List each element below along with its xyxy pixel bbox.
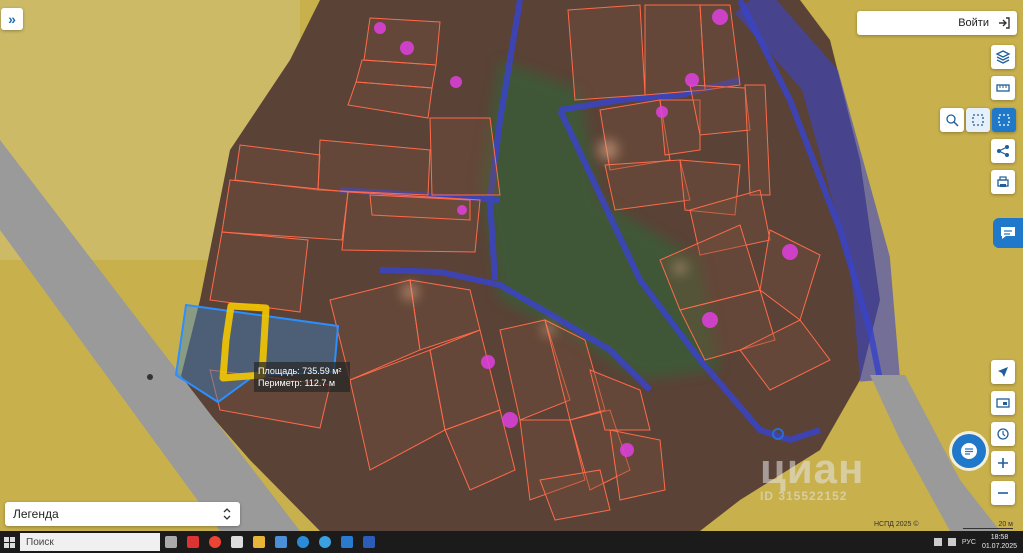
watermark: циан ID 315522152 (760, 445, 930, 503)
chat-bubble-icon (1001, 227, 1015, 239)
calendar-app-icon[interactable] (226, 531, 248, 553)
legend-label: Легенда (13, 507, 59, 521)
side-panel-tab[interactable] (993, 218, 1023, 248)
scale-bar: НСПД 2025 © 20 м (868, 520, 1018, 531)
language-label[interactable]: РУС (962, 539, 976, 546)
print-icon (997, 176, 1009, 187)
start-button[interactable] (0, 531, 18, 553)
select-area-icon (972, 114, 984, 126)
zoom-in-button[interactable] (991, 451, 1015, 475)
clock-time: 18:58 (990, 534, 1009, 541)
select-area-button[interactable] (966, 108, 990, 132)
login-arrow-icon (999, 17, 1010, 29)
card-button[interactable] (991, 391, 1015, 415)
photos-app-icon[interactable] (270, 531, 292, 553)
road-marker (147, 374, 153, 380)
folder-icon[interactable] (248, 531, 270, 553)
select-area-alt-button[interactable] (992, 108, 1016, 132)
task-view-icon[interactable] (160, 531, 182, 553)
taskbar: Поиск РУС 18:58 01.07.2025 (0, 531, 1023, 553)
chevron-up-down-icon (223, 508, 231, 520)
legend-dropdown[interactable]: Легенда (5, 502, 240, 526)
ie-icon[interactable] (314, 531, 336, 553)
history-button[interactable] (991, 422, 1015, 446)
zoom-out-button[interactable] (991, 481, 1015, 505)
chat-icon (961, 443, 977, 459)
windows-icon (3, 536, 15, 548)
zoom-area-icon (946, 114, 959, 127)
ruler-icon (996, 84, 1010, 92)
zoom-area-button[interactable] (940, 108, 964, 132)
perimeter-label: Периметр: 112.7 м (258, 378, 336, 388)
double-chevron-right-icon: » (8, 11, 16, 27)
chat-button[interactable] (952, 434, 986, 468)
yandex-browser-icon[interactable] (204, 531, 226, 553)
system-tray: РУС 18:58 01.07.2025 (933, 533, 1023, 551)
watermark-text: циан (760, 445, 865, 492)
login-bar[interactable]: Войти (857, 11, 1017, 35)
edge-icon[interactable] (292, 531, 314, 553)
watermark-id: ID 315522152 (760, 489, 848, 503)
location-arrow-icon (998, 367, 1008, 377)
select-area-alt-icon (998, 114, 1010, 126)
layers-button[interactable] (991, 45, 1015, 69)
ruler-button[interactable] (991, 76, 1015, 100)
measure-tooltip: Площадь: 735.59 м² Периметр: 112.7 м (254, 362, 350, 392)
share-icon (997, 145, 1009, 157)
minus-icon (998, 492, 1008, 494)
area-label: Площадь: 735.59 м² (258, 366, 342, 376)
history-icon (997, 428, 1009, 440)
card-icon (996, 398, 1010, 408)
scale-label: 20 м (963, 521, 1013, 529)
word-icon[interactable] (358, 531, 380, 553)
taskbar-search-label: Поиск (26, 536, 54, 548)
clock-date: 01.07.2025 (981, 543, 1017, 550)
location-button[interactable] (991, 360, 1015, 384)
taskbar-search[interactable]: Поиск (20, 533, 160, 551)
login-label: Войти (958, 17, 989, 29)
print-button[interactable] (991, 170, 1015, 194)
mail-icon[interactable] (336, 531, 358, 553)
network-icon[interactable] (933, 538, 942, 546)
pdf-app-icon[interactable] (182, 531, 204, 553)
volume-icon[interactable] (947, 538, 956, 546)
clock[interactable]: 18:58 01.07.2025 (982, 533, 1017, 551)
layers-icon (995, 50, 1011, 64)
plus-icon (998, 458, 1008, 468)
copyright-label: НСПД 2025 © (874, 521, 919, 528)
share-button[interactable] (991, 139, 1015, 163)
expand-panel-button[interactable]: » (1, 8, 23, 30)
